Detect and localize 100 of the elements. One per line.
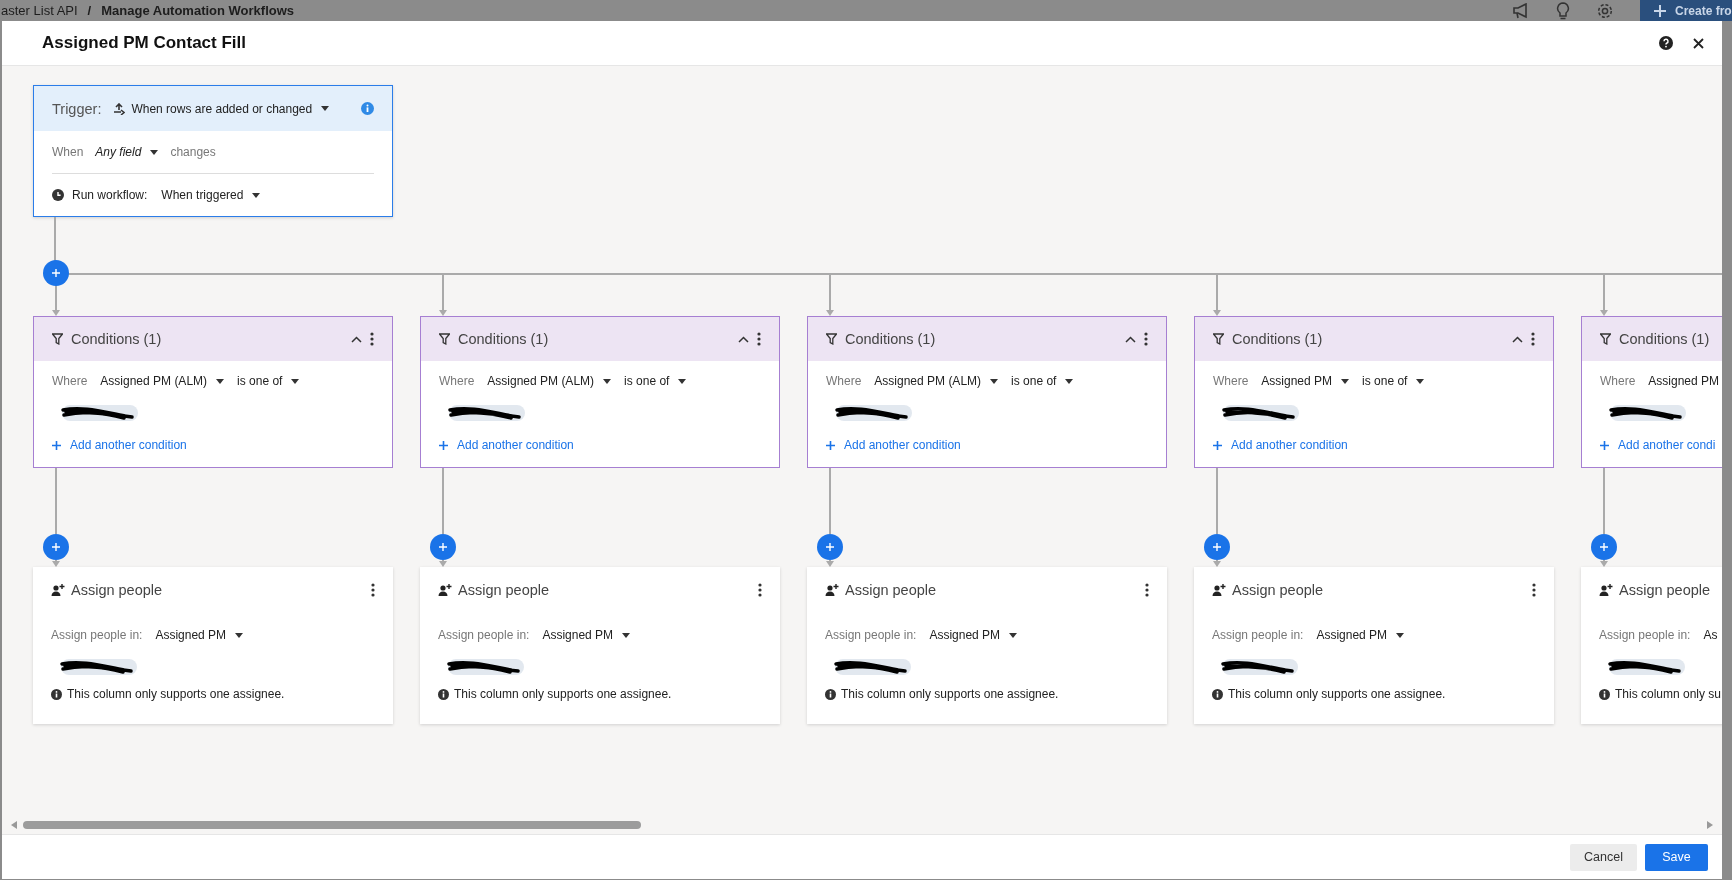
more-icon[interactable] [1532,583,1536,597]
where-label: Where [439,374,475,388]
add-condition-link[interactable]: Add another condition [1213,427,1535,463]
operator-dropdown[interactable]: is one of [624,374,687,388]
conditions-card[interactable]: Conditions (1) Where Assigned PM Add another condi [1581,316,1722,468]
column-dropdown[interactable]: Assigned PM [155,628,244,642]
add-condition-link[interactable]: Add another condition [52,427,374,463]
cancel-button[interactable]: Cancel [1570,843,1637,871]
assignee-note: This column only supports one assignee. [841,687,1059,701]
breadcrumb-item[interactable]: Manage Automation Workflows [101,3,295,18]
field-dropdown[interactable]: Any field [95,145,159,159]
column-dropdown[interactable]: Assigned PM (ALM) [874,374,999,388]
collapse-icon[interactable] [1125,335,1136,343]
more-icon[interactable] [370,332,374,346]
column-dropdown[interactable]: Assigned PM (ALM) [487,374,612,388]
plus-icon [438,542,448,552]
more-icon[interactable] [1144,332,1148,346]
operator-dropdown[interactable]: is one of [1362,374,1425,388]
trigger-card[interactable]: Trigger: When rows are added or changed When Any field changes Run workflow: When triggered [33,85,393,217]
caret-icon [1396,632,1405,638]
collapse-icon[interactable] [738,335,749,343]
action-card[interactable]: Assign people Assign people in: As This column only su [1581,567,1722,724]
person-plus-icon [1599,584,1613,596]
add-step-button[interactable] [1591,534,1617,560]
conditions-card[interactable]: Conditions (1) Where Assigned PM (ALM) is one of Add another condition [807,316,1167,468]
more-icon[interactable] [1145,583,1149,597]
lightbulb-icon[interactable] [1556,1,1570,20]
add-step-button[interactable] [43,534,69,560]
action-title: Assign people [71,582,163,598]
assign-in-label: Assign people in: [1212,628,1304,642]
where-label: Where [1600,374,1636,388]
more-icon[interactable] [371,583,375,597]
save-button[interactable]: Save [1645,843,1708,871]
plus-icon [51,542,61,552]
caret-icon [150,149,159,155]
action-title: Assign people [845,582,937,598]
info-icon[interactable] [361,102,374,115]
person-plus-icon [825,584,839,596]
conditions-title: Conditions (1) [458,331,549,347]
settings-icon[interactable] [1596,1,1614,20]
operator-dropdown[interactable]: is one of [237,374,300,388]
more-icon[interactable] [758,583,762,597]
column-dropdown[interactable]: Assigned PM (ALM) [100,374,225,388]
when-label: When [52,145,84,159]
trigger-type-dropdown[interactable]: When rows are added or changed [113,101,330,116]
plus-icon [1599,542,1609,552]
action-card[interactable]: Assign people Assign people in: Assigned PM This column only supports one assignee. [33,567,393,724]
conditions-card[interactable]: Conditions (1) Where Assigned PM is one of Add another condition [1194,316,1554,468]
run-workflow-dropdown[interactable]: When triggered [161,188,261,202]
more-icon[interactable] [1531,332,1535,346]
action-card[interactable]: Assign people Assign people in: Assigned PM This column only supports one assignee. [1194,567,1554,724]
add-step-button[interactable] [430,534,456,560]
megaphone-icon[interactable] [1512,2,1530,19]
rows-upload-icon [113,102,126,115]
info-icon [438,688,449,700]
close-icon[interactable] [1693,37,1704,49]
breadcrumb-item[interactable]: aster List API [1,3,78,18]
info-icon [1599,688,1610,700]
add-step-button[interactable] [817,534,843,560]
caret-icon [321,106,330,111]
scroll-right-icon[interactable] [1707,821,1713,829]
plus-icon [1213,440,1222,450]
more-icon[interactable] [757,332,761,346]
scroll-left-icon[interactable] [11,821,17,829]
add-step-button[interactable] [1204,534,1230,560]
plus-icon [1653,3,1667,18]
conditions-card[interactable]: Conditions (1) Where Assigned PM (ALM) is one of Add another condition [420,316,780,468]
add-condition-link[interactable]: Add another condition [439,427,761,463]
collapse-icon[interactable] [1512,335,1523,343]
add-step-button[interactable] [43,260,69,286]
column-dropdown[interactable]: Assigned PM [1648,374,1722,388]
info-icon [1212,688,1223,700]
column-dropdown[interactable]: Assigned PM [1261,374,1350,388]
action-title: Assign people [1619,582,1711,598]
collapse-icon[interactable] [351,335,362,343]
column-dropdown[interactable]: Assigned PM [542,628,631,642]
caret-icon [252,192,261,198]
person-plus-icon [1212,584,1226,596]
operator-dropdown[interactable]: is one of [1011,374,1074,388]
caret-icon [216,378,225,384]
create-label: Create fro [1675,3,1732,18]
column-dropdown[interactable]: As [1703,628,1722,642]
create-button[interactable]: Create fro [1640,0,1732,21]
help-icon[interactable] [1659,36,1673,50]
conditions-card[interactable]: Conditions (1) Where Assigned PM (ALM) is one of Add another condition [33,316,393,468]
filter-icon [826,333,837,345]
horizontal-scrollbar[interactable] [11,820,1713,830]
action-card[interactable]: Assign people Assign people in: Assigned PM This column only supports one assignee. [420,567,780,724]
column-dropdown[interactable]: Assigned PM [1316,628,1405,642]
action-card[interactable]: Assign people Assign people in: Assigned PM This column only supports one assignee. [807,567,1167,724]
column-dropdown[interactable]: Assigned PM [929,628,1018,642]
run-workflow-label: Run workflow: [72,188,148,202]
changes-label: changes [170,145,216,159]
plus-icon [52,440,61,450]
conditions-title: Conditions (1) [71,331,162,347]
add-condition-link[interactable]: Add another condi [1600,427,1722,463]
plus-icon [1212,542,1222,552]
assign-in-label: Assign people in: [1599,628,1691,642]
add-condition-link[interactable]: Add another condition [826,427,1148,463]
assignee-note: This column only supports one assignee. [454,687,672,701]
